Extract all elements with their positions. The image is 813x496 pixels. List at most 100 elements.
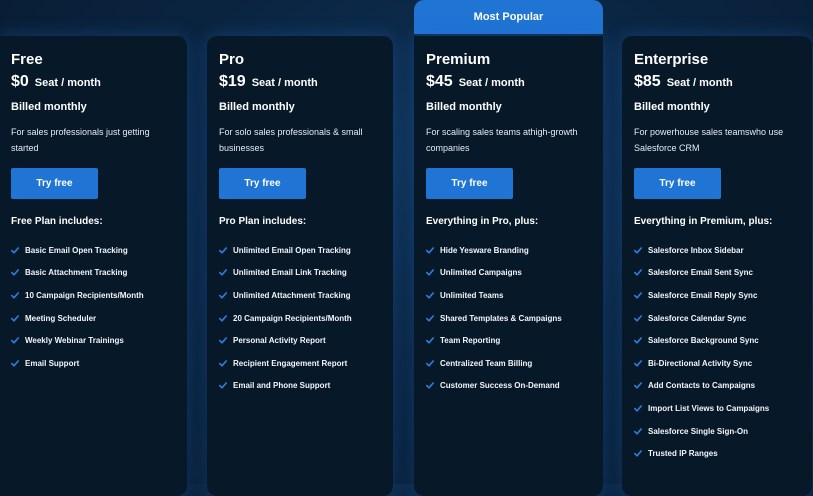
price-row: $45 Seat / month bbox=[426, 73, 592, 95]
checkmark-icon bbox=[219, 337, 229, 344]
feature-label: Unlimited Email Link Tracking bbox=[233, 268, 347, 278]
feature-label: Salesforce Inbox Sidebar bbox=[648, 245, 744, 255]
feature-item: Add Contacts to Campaigns bbox=[634, 375, 801, 398]
feature-item: Salesforce Background Sync bbox=[634, 329, 801, 352]
price-row: $0 Seat / month bbox=[11, 73, 176, 95]
feature-list: Hide Yesware Branding Unlimited Campaigns… bbox=[426, 239, 592, 397]
feature-list: Unlimited Email Open Tracking Unlimited E… bbox=[219, 239, 382, 397]
try-free-button[interactable]: Try free bbox=[634, 168, 721, 199]
try-free-button[interactable]: Try free bbox=[219, 168, 306, 199]
checkmark-icon bbox=[634, 359, 644, 367]
feature-label: Recipient Engagement Report bbox=[233, 358, 348, 368]
checkmark-icon bbox=[426, 292, 436, 299]
checkmark-icon bbox=[219, 292, 229, 299]
billing-period: Billed monthly bbox=[11, 101, 87, 113]
feature-label: Unlimited Email Open Tracking bbox=[233, 245, 351, 255]
feature-item: Basic Attachment Tracking bbox=[11, 262, 176, 285]
feature-label: Unlimited Campaigns bbox=[440, 268, 522, 278]
feature-item: Email Support bbox=[11, 352, 176, 375]
feature-label: 10 Campaign Recipients/Month bbox=[25, 290, 144, 300]
feature-item: Salesforce Email Sent Sync bbox=[634, 262, 801, 285]
try-free-button[interactable]: Try free bbox=[426, 168, 513, 199]
feature-label: 20 Campaign Recipients/Month bbox=[233, 313, 352, 323]
price-unit: Seat / month bbox=[251, 77, 318, 89]
includes-title: Everything in Premium, plus: bbox=[634, 216, 773, 227]
feature-item: Shared Templates & Campaigns bbox=[426, 307, 592, 330]
checkmark-icon bbox=[426, 246, 436, 254]
feature-item: 10 Campaign Recipients/Month bbox=[11, 284, 176, 307]
feature-label: Shared Templates & Campaigns bbox=[440, 313, 562, 323]
feature-item: Salesforce Single Sign-On bbox=[634, 420, 801, 443]
feature-item: Email and Phone Support bbox=[219, 375, 382, 398]
feature-item: Meeting Scheduler bbox=[11, 307, 176, 330]
most-popular-banner: Most Popular bbox=[414, 0, 603, 34]
feature-item: Hide Yesware Branding bbox=[426, 239, 592, 262]
feature-label: Basic Email Open Tracking bbox=[25, 245, 128, 255]
checkmark-icon bbox=[426, 269, 436, 276]
checkmark-icon bbox=[634, 314, 644, 322]
feature-label: Salesforce Background Sync bbox=[648, 336, 759, 346]
feature-item: Salesforce Inbox Sidebar bbox=[634, 239, 801, 262]
checkmark-icon bbox=[634, 382, 644, 389]
feature-item: Unlimited Email Link Tracking bbox=[219, 262, 382, 285]
checkmark-icon bbox=[11, 359, 21, 367]
plan-name: Premium bbox=[426, 51, 491, 68]
feature-label: Basic Attachment Tracking bbox=[25, 268, 128, 278]
includes-title: Free Plan includes: bbox=[11, 216, 103, 227]
plan-name: Free bbox=[11, 51, 43, 68]
feature-label: Weekly Webinar Trainings bbox=[25, 336, 124, 346]
feature-label: Customer Success On-Demand bbox=[440, 381, 560, 391]
feature-item: Trusted IP Ranges bbox=[634, 442, 801, 465]
feature-item: 20 Campaign Recipients/Month bbox=[219, 307, 382, 330]
checkmark-icon bbox=[634, 269, 644, 276]
feature-list: Salesforce Inbox Sidebar Salesforce Email… bbox=[634, 239, 801, 465]
feature-label: Bi-Directional Activity Sync bbox=[648, 358, 753, 368]
includes-title: Pro Plan includes: bbox=[219, 216, 307, 227]
feature-label: Add Contacts to Campaigns bbox=[648, 381, 756, 391]
feature-item: Salesforce Email Reply Sync bbox=[634, 284, 801, 307]
feature-label: Meeting Scheduler bbox=[25, 313, 97, 323]
plan-description: For powerhouse sales teamswho use Salesf… bbox=[634, 127, 784, 153]
feature-item: Customer Success On-Demand bbox=[426, 375, 592, 398]
feature-item: Recipient Engagement Report bbox=[219, 352, 382, 375]
checkmark-icon bbox=[634, 246, 644, 254]
billing-period: Billed monthly bbox=[634, 101, 710, 113]
price-unit: Seat / month bbox=[666, 77, 733, 89]
feature-label: Unlimited Attachment Tracking bbox=[233, 290, 351, 300]
includes-title: Everything in Pro, plus: bbox=[426, 216, 539, 227]
checkmark-icon bbox=[219, 382, 229, 389]
feature-label: Email and Phone Support bbox=[233, 381, 331, 391]
feature-item: Unlimited Campaigns bbox=[426, 262, 592, 285]
feature-label: Salesforce Single Sign-On bbox=[648, 426, 749, 436]
checkmark-icon bbox=[426, 359, 436, 367]
feature-label: Centralized Team Billing bbox=[440, 358, 533, 368]
plan-price: $19 bbox=[219, 73, 246, 90]
plan-name: Pro bbox=[219, 51, 245, 68]
feature-label: Email Support bbox=[25, 358, 80, 368]
checkmark-icon bbox=[11, 337, 21, 344]
checkmark-icon bbox=[634, 292, 644, 299]
checkmark-icon bbox=[634, 337, 644, 344]
feature-item: Team Reporting bbox=[426, 329, 592, 352]
feature-item: Centralized Team Billing bbox=[426, 352, 592, 375]
feature-label: Personal Activity Report bbox=[233, 336, 326, 346]
billing-period: Billed monthly bbox=[219, 101, 295, 113]
feature-label: Salesforce Email Sent Sync bbox=[648, 268, 753, 278]
feature-label: Salesforce Calendar Sync bbox=[648, 313, 747, 323]
try-free-button[interactable]: Try free bbox=[11, 168, 98, 199]
plan-description: For solo sales professionals & small bus… bbox=[219, 127, 363, 153]
feature-label: Trusted IP Ranges bbox=[648, 449, 718, 459]
feature-item: Basic Email Open Tracking bbox=[11, 239, 176, 262]
most-popular-label: Most Popular bbox=[473, 11, 544, 23]
price-row: $19 Seat / month bbox=[219, 73, 382, 95]
price-unit: Seat / month bbox=[458, 77, 525, 89]
feature-label: Team Reporting bbox=[440, 336, 501, 346]
feature-item: Unlimited Attachment Tracking bbox=[219, 284, 382, 307]
checkmark-icon bbox=[11, 246, 21, 254]
plan-card-enterprise: Enterprise $85 Seat / month Billed month… bbox=[622, 36, 812, 496]
plan-card-premium: Premium $45 Seat / month Billed monthly … bbox=[414, 36, 603, 496]
checkmark-icon bbox=[634, 427, 644, 435]
feature-item: Import List Views to Campaigns bbox=[634, 397, 801, 420]
checkmark-icon bbox=[219, 246, 229, 254]
checkmark-icon bbox=[11, 269, 21, 276]
